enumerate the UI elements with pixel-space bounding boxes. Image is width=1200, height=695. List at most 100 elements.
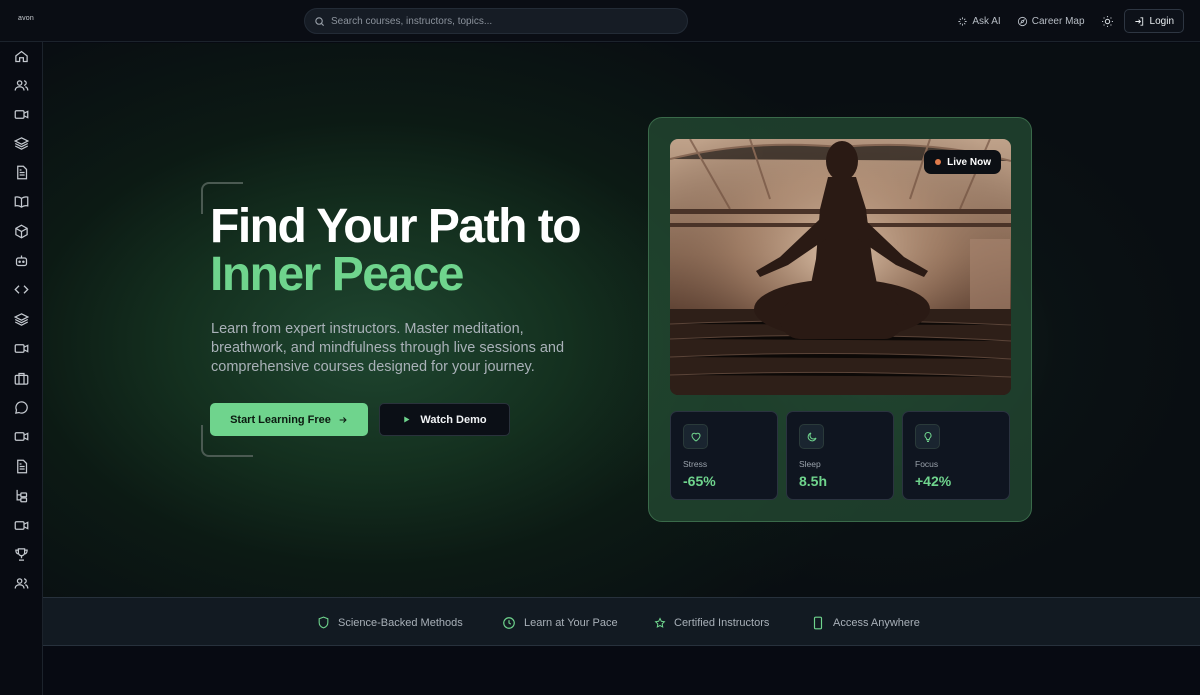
sidebar-item-mentors[interactable] [14, 576, 29, 591]
sidebar-item-roadmap[interactable] [14, 488, 29, 503]
document-icon [17, 459, 28, 474]
layers-icon [14, 137, 29, 150]
video-icon [14, 344, 29, 353]
sidebar-item-library[interactable] [14, 194, 29, 209]
chat-icon [15, 401, 28, 414]
sidebar-item-packages[interactable] [14, 224, 29, 239]
users-icon [14, 80, 29, 91]
hero-title: Find Your Path to [210, 200, 582, 253]
watch-demo-label: Watch Demo [420, 413, 487, 426]
feature-your-pace: Learn at Your Pace [502, 598, 618, 647]
career-map-label: Career Map [1031, 15, 1085, 27]
moon-icon [807, 432, 816, 441]
sidebar-item-ai-bot[interactable] [14, 253, 29, 268]
hero-description: Learn from expert instructors. Master me… [211, 321, 565, 375]
sidebar-item-courses[interactable] [14, 136, 29, 151]
stat-card-stress: Stress -65% [670, 411, 778, 500]
sidebar-item-community[interactable] [14, 78, 29, 93]
sparkles-icon [958, 16, 967, 26]
feature-label: Science-Backed Methods [338, 616, 463, 629]
career-map-link[interactable]: Career Map [1017, 16, 1085, 27]
hero-section: Find Your Path to Inner Peace Learn from… [43, 43, 1200, 597]
sidebar-item-chat[interactable] [14, 400, 29, 415]
sidebar-item-articles[interactable] [14, 459, 29, 474]
home-icon [15, 50, 28, 63]
stat-card-focus: Focus +42% [902, 411, 1010, 500]
sidebar-item-live[interactable] [14, 107, 29, 122]
hero-title-accent: Inner Peace [210, 248, 464, 301]
login-icon [1134, 16, 1143, 26]
feature-access-anywhere: Access Anywhere [811, 598, 920, 647]
sidebar-item-stacks[interactable] [14, 312, 29, 327]
feature-label: Learn at Your Pace [524, 616, 618, 629]
start-learning-label: Start Learning Free [230, 413, 331, 426]
stat-icon-box [683, 424, 708, 449]
stat-value: -65% [683, 473, 716, 489]
box-icon [15, 224, 28, 239]
sidebar-item-sessions[interactable] [14, 341, 29, 356]
logo[interactable]: avon [18, 15, 34, 22]
login-button[interactable]: Login [1123, 9, 1184, 33]
stat-icon-box [799, 424, 824, 449]
search-bar[interactable] [304, 8, 688, 34]
stat-value: +42% [915, 473, 952, 489]
start-learning-button[interactable]: Start Learning Free [210, 403, 368, 436]
sidebar-item-webinars[interactable] [14, 518, 29, 533]
clock-icon [503, 616, 515, 629]
sidebar-item-recordings[interactable] [14, 429, 29, 444]
feature-label: Access Anywhere [833, 616, 920, 629]
stat-card-sleep: Sleep 8.5h [786, 411, 894, 500]
live-now-label: Live Now [947, 156, 991, 168]
feature-science-backed: Science-Backed Methods [317, 598, 463, 647]
ask-ai-link[interactable]: Ask AI [957, 15, 1001, 27]
top-actions: Ask AI Career Map Login [957, 9, 1184, 33]
features-strip: Science-Backed Methods Learn at Your Pac… [43, 597, 1200, 646]
star-icon [654, 616, 666, 628]
live-dot-icon [935, 159, 942, 165]
feature-certified: Certified Instructors [654, 598, 769, 647]
video-icon [14, 521, 29, 530]
hierarchy-icon [16, 489, 28, 503]
briefcase-icon [14, 372, 29, 385]
play-icon [404, 416, 410, 423]
book-icon [14, 196, 29, 208]
ask-ai-label: Ask AI [972, 15, 1001, 27]
trophy-icon [15, 548, 28, 561]
sidebar-item-achievements[interactable] [14, 547, 29, 562]
live-session-card: Live Now Stress -65% Sleep 8.5h Focus +4… [648, 117, 1032, 522]
login-label: Login [1149, 15, 1174, 27]
live-now-badge: Live Now [924, 150, 1001, 174]
video-icon [14, 432, 29, 441]
arrow-right-icon [339, 416, 347, 423]
sidebar-item-docs[interactable] [14, 165, 29, 180]
video-icon [14, 110, 29, 119]
lightbulb-icon [923, 431, 932, 442]
stat-icon-box [915, 424, 940, 449]
stat-value: 8.5h [799, 473, 828, 489]
search-input[interactable] [331, 15, 661, 27]
shield-icon [318, 616, 329, 629]
code-icon [14, 285, 29, 294]
search-icon [315, 16, 325, 26]
feature-label: Certified Instructors [674, 616, 770, 629]
sidebar-item-home[interactable] [14, 49, 29, 64]
heart-icon [690, 432, 701, 442]
meditation-photo[interactable]: Live Now [670, 139, 1011, 395]
stat-label: Stress [683, 459, 708, 469]
stat-label: Sleep [799, 459, 821, 469]
watch-demo-button[interactable]: Watch Demo [379, 403, 510, 436]
bot-icon [15, 255, 28, 267]
layers-icon [14, 313, 29, 326]
sun-icon [1101, 15, 1113, 27]
users-icon [14, 578, 29, 589]
page-bottom [43, 646, 1200, 695]
phone-icon [813, 616, 823, 629]
sidebar [0, 42, 43, 695]
theme-toggle[interactable] [1101, 15, 1114, 28]
compass-icon [1017, 16, 1027, 26]
top-bar: avon Ask AI Career Map Login [0, 0, 1200, 42]
stat-label: Focus [915, 459, 939, 469]
document-icon [17, 165, 28, 180]
sidebar-item-code[interactable] [14, 282, 29, 297]
sidebar-item-careers[interactable] [14, 371, 29, 386]
